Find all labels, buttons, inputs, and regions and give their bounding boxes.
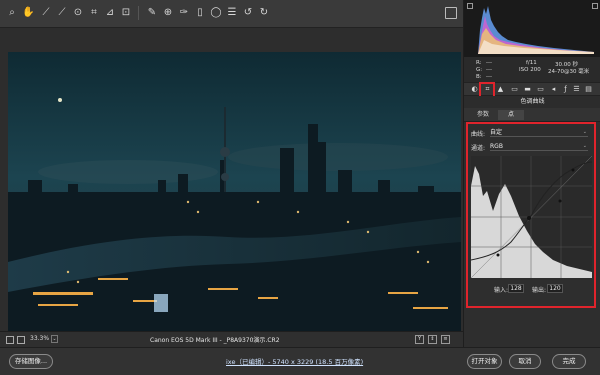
workflow-options: ixe（已编辑）- 5740 x 3229 (18.5 百万像素) bbox=[226, 356, 363, 366]
tab-parametric[interactable]: 参数 bbox=[470, 110, 496, 120]
zoom-in-button[interactable] bbox=[17, 336, 25, 344]
b-label: B: bbox=[476, 74, 482, 80]
rotate-cw-icon[interactable]: ↻ bbox=[258, 7, 270, 19]
photo-preview bbox=[8, 52, 461, 331]
adjustment-brush-icon[interactable]: ✑ bbox=[178, 7, 190, 19]
curve-mode-tabs: 参数 点 bbox=[464, 108, 600, 122]
straighten-icon[interactable]: ⊿ bbox=[104, 7, 116, 19]
curve-preset-dropdown[interactable]: 自定 ⌄ bbox=[490, 128, 588, 137]
preferences-icon[interactable]: ☰ bbox=[226, 7, 238, 19]
toolbar-divider bbox=[138, 6, 139, 20]
tab-hsl[interactable]: ▭ bbox=[510, 85, 519, 94]
transform-icon[interactable]: ⊡ bbox=[120, 7, 132, 19]
curve-label: 曲线: bbox=[471, 131, 486, 138]
rotate-ccw-icon[interactable]: ↺ bbox=[242, 7, 254, 19]
tab-point[interactable]: 点 bbox=[498, 110, 524, 120]
panel-tabs: ◐ ⌗ ▲ ▭ ▬ ▭ ◂ ƒ ☰ ▤ bbox=[464, 82, 600, 98]
panel-title: 色调曲线 bbox=[464, 96, 600, 108]
tab-presets[interactable]: ☰ bbox=[572, 85, 581, 94]
highlight-clipping-toggle[interactable] bbox=[592, 3, 598, 9]
iso: ISO 200 bbox=[519, 67, 541, 73]
chevron-down-icon: ⌄ bbox=[582, 129, 587, 135]
done-button[interactable]: 完成 bbox=[552, 354, 586, 369]
tab-camera-calibration[interactable]: ƒ bbox=[561, 85, 570, 94]
r-value: --- bbox=[486, 60, 492, 66]
zoom-dropdown[interactable]: ⌄ bbox=[51, 335, 58, 343]
target-adjust-icon[interactable]: ⊙ bbox=[72, 7, 84, 19]
open-object-button[interactable]: 打开对象 bbox=[467, 354, 502, 369]
channel-dropdown[interactable]: RGB ⌄ bbox=[490, 142, 588, 151]
histogram bbox=[464, 0, 600, 57]
tone-curve-graph[interactable] bbox=[470, 155, 593, 279]
tab-split-toning[interactable]: ▬ bbox=[523, 85, 532, 94]
tab-detail[interactable]: ▲ bbox=[496, 85, 505, 94]
toolbar: ⌕ ✋ ⟋ ⟋ ⊙ ⌗ ⊿ ⊡ ✎ ⊕ ✑ ▯ ◯ ☰ ↺ ↻ bbox=[0, 0, 463, 28]
bottom-bar: 存储图像... ixe（已编辑）- 5740 x 3229 (18.5 百万像素… bbox=[0, 347, 600, 375]
status-bar: 33.3% ⌄ Canon EOS 5D Mark III - _P8A9370… bbox=[0, 331, 463, 347]
tab-snapshots[interactable]: ▤ bbox=[584, 85, 593, 94]
cancel-button[interactable]: 取消 bbox=[509, 354, 541, 369]
zoom-out-button[interactable] bbox=[6, 336, 14, 344]
white-balance-icon[interactable]: ⟋ bbox=[40, 7, 52, 19]
zoom-icon[interactable]: ⌕ bbox=[6, 7, 18, 19]
zoom-level: 33.3% bbox=[30, 335, 50, 342]
before-after-toggle[interactable]: Y bbox=[415, 335, 424, 344]
hand-icon[interactable]: ✋ bbox=[22, 7, 34, 19]
tab-effects[interactable]: ◂ bbox=[549, 85, 558, 94]
fullscreen-icon[interactable] bbox=[445, 7, 457, 19]
tab-basic[interactable]: ◐ bbox=[470, 85, 479, 94]
output-value[interactable]: 120 bbox=[547, 284, 563, 293]
g-label: G: bbox=[476, 67, 483, 73]
b-value: --- bbox=[486, 74, 492, 80]
graduated-filter-icon[interactable]: ▯ bbox=[194, 7, 206, 19]
channel-label: 通道: bbox=[471, 145, 486, 152]
swap-settings-button[interactable]: ⇕ bbox=[428, 335, 437, 344]
lens: 24-70@30 毫米 bbox=[548, 69, 590, 75]
channel-value: RGB bbox=[490, 143, 503, 150]
save-image-button[interactable]: 存储图像... bbox=[9, 354, 53, 369]
color-sampler-icon[interactable]: ⟋ bbox=[56, 7, 68, 19]
preview-settings-button[interactable]: ≡ bbox=[441, 335, 450, 344]
shadow-clipping-toggle[interactable] bbox=[467, 3, 473, 9]
crop-icon[interactable]: ⌗ bbox=[88, 7, 100, 19]
chevron-down-icon: ⌄ bbox=[582, 143, 587, 149]
input-label: 输入: bbox=[494, 287, 509, 294]
g-value: --- bbox=[486, 67, 492, 73]
curve-preset-value: 自定 bbox=[490, 129, 503, 136]
output-label: 输出: bbox=[532, 287, 547, 294]
workflow-options-link[interactable]: ixe（已编辑）- 5740 x 3229 (18.5 百万像素) bbox=[226, 358, 363, 366]
aperture: f/11 bbox=[526, 60, 537, 66]
image-canvas[interactable] bbox=[0, 28, 463, 331]
camera-info: R: --- G: --- B: --- f/11 30.00 秒 ISO 20… bbox=[464, 57, 600, 82]
file-name: Canon EOS 5D Mark III - _P8A9370演示.CR2 bbox=[150, 337, 280, 344]
radial-filter-icon[interactable]: ◯ bbox=[210, 7, 222, 19]
red-eye-icon[interactable]: ⊕ bbox=[162, 7, 174, 19]
r-label: R: bbox=[476, 60, 482, 66]
input-value[interactable]: 128 bbox=[508, 284, 524, 293]
tab-lens[interactable]: ▭ bbox=[536, 85, 545, 94]
spot-removal-icon[interactable]: ✎ bbox=[146, 7, 158, 19]
